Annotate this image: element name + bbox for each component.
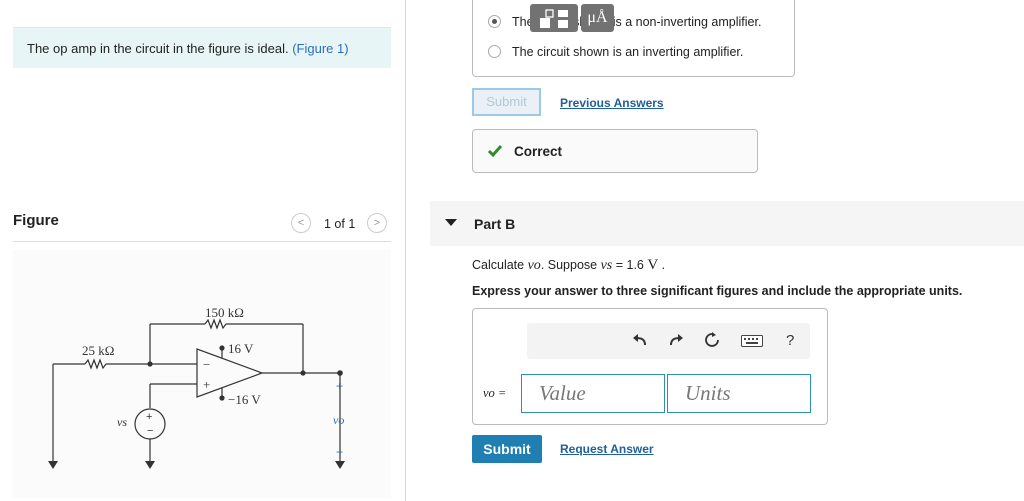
collapse-triangle-icon[interactable] xyxy=(445,219,457,227)
noninverting-input-sign: + xyxy=(203,377,210,392)
part-b-title: Part B xyxy=(474,216,516,232)
option-non-inverting-radio[interactable] xyxy=(488,15,501,28)
part-b-prompt: Calculate vo. Suppose vs = 1.6 V . xyxy=(472,257,665,274)
feedback-resistor-label: 150 kΩ xyxy=(205,305,244,320)
radio-selected-dot xyxy=(492,19,497,24)
source-label: vs xyxy=(117,415,127,429)
part-b-submit-button[interactable]: Submit xyxy=(472,435,542,463)
positive-supply-label: 16 V xyxy=(228,341,254,356)
keyboard-icon[interactable] xyxy=(741,335,763,347)
inverting-input-sign: − xyxy=(203,357,210,372)
reset-icon[interactable] xyxy=(704,332,720,348)
circuit-diagram: 150 kΩ 25 kΩ 16 V −16 V − + vs + − + vo … xyxy=(48,305,345,469)
pane-divider xyxy=(405,0,406,501)
output-plus-sign: + xyxy=(336,379,343,393)
templates-button[interactable] xyxy=(530,4,578,32)
input-resistor-label: 25 kΩ xyxy=(82,343,114,358)
check-icon xyxy=(487,145,503,158)
undo-icon[interactable] xyxy=(632,333,648,347)
prompt-prefix: Calculate xyxy=(472,258,528,272)
prompt-mid: . Suppose xyxy=(540,258,601,272)
source-plus-sign: + xyxy=(146,411,152,423)
part-b-instruction: Express your answer to three significant… xyxy=(472,284,963,298)
value-input[interactable]: Value xyxy=(521,374,665,413)
negative-supply-label: −16 V xyxy=(228,392,261,407)
prompt-end: . xyxy=(658,258,666,272)
prompt-vs: vs xyxy=(600,258,613,273)
source-minus-sign: − xyxy=(147,425,153,437)
answer-label: vo = xyxy=(483,386,507,400)
templates-icon xyxy=(540,9,568,28)
redo-icon[interactable] xyxy=(668,333,684,347)
output-minus-sign: − xyxy=(336,445,343,459)
units-input[interactable]: Units xyxy=(667,374,811,413)
option-inverting-radio[interactable] xyxy=(488,45,501,58)
part-a-submit-button[interactable]: Submit xyxy=(472,88,541,116)
help-button[interactable]: ? xyxy=(786,332,794,349)
previous-answers-link[interactable]: Previous Answers xyxy=(560,96,664,110)
option-inverting-label[interactable]: The circuit shown is an inverting amplif… xyxy=(512,45,743,59)
result-text: Correct xyxy=(514,144,563,159)
prompt-value: = 1.6 xyxy=(612,258,648,272)
output-label: vo xyxy=(333,413,344,427)
prompt-unit: V xyxy=(647,257,659,273)
request-answer-link[interactable]: Request Answer xyxy=(560,442,654,456)
part-b-header[interactable] xyxy=(430,201,1024,246)
part-a-options xyxy=(472,0,795,77)
result-box: Correct xyxy=(472,129,758,173)
prompt-vo: vo xyxy=(527,258,541,273)
units-button[interactable]: μÅ xyxy=(581,4,614,32)
